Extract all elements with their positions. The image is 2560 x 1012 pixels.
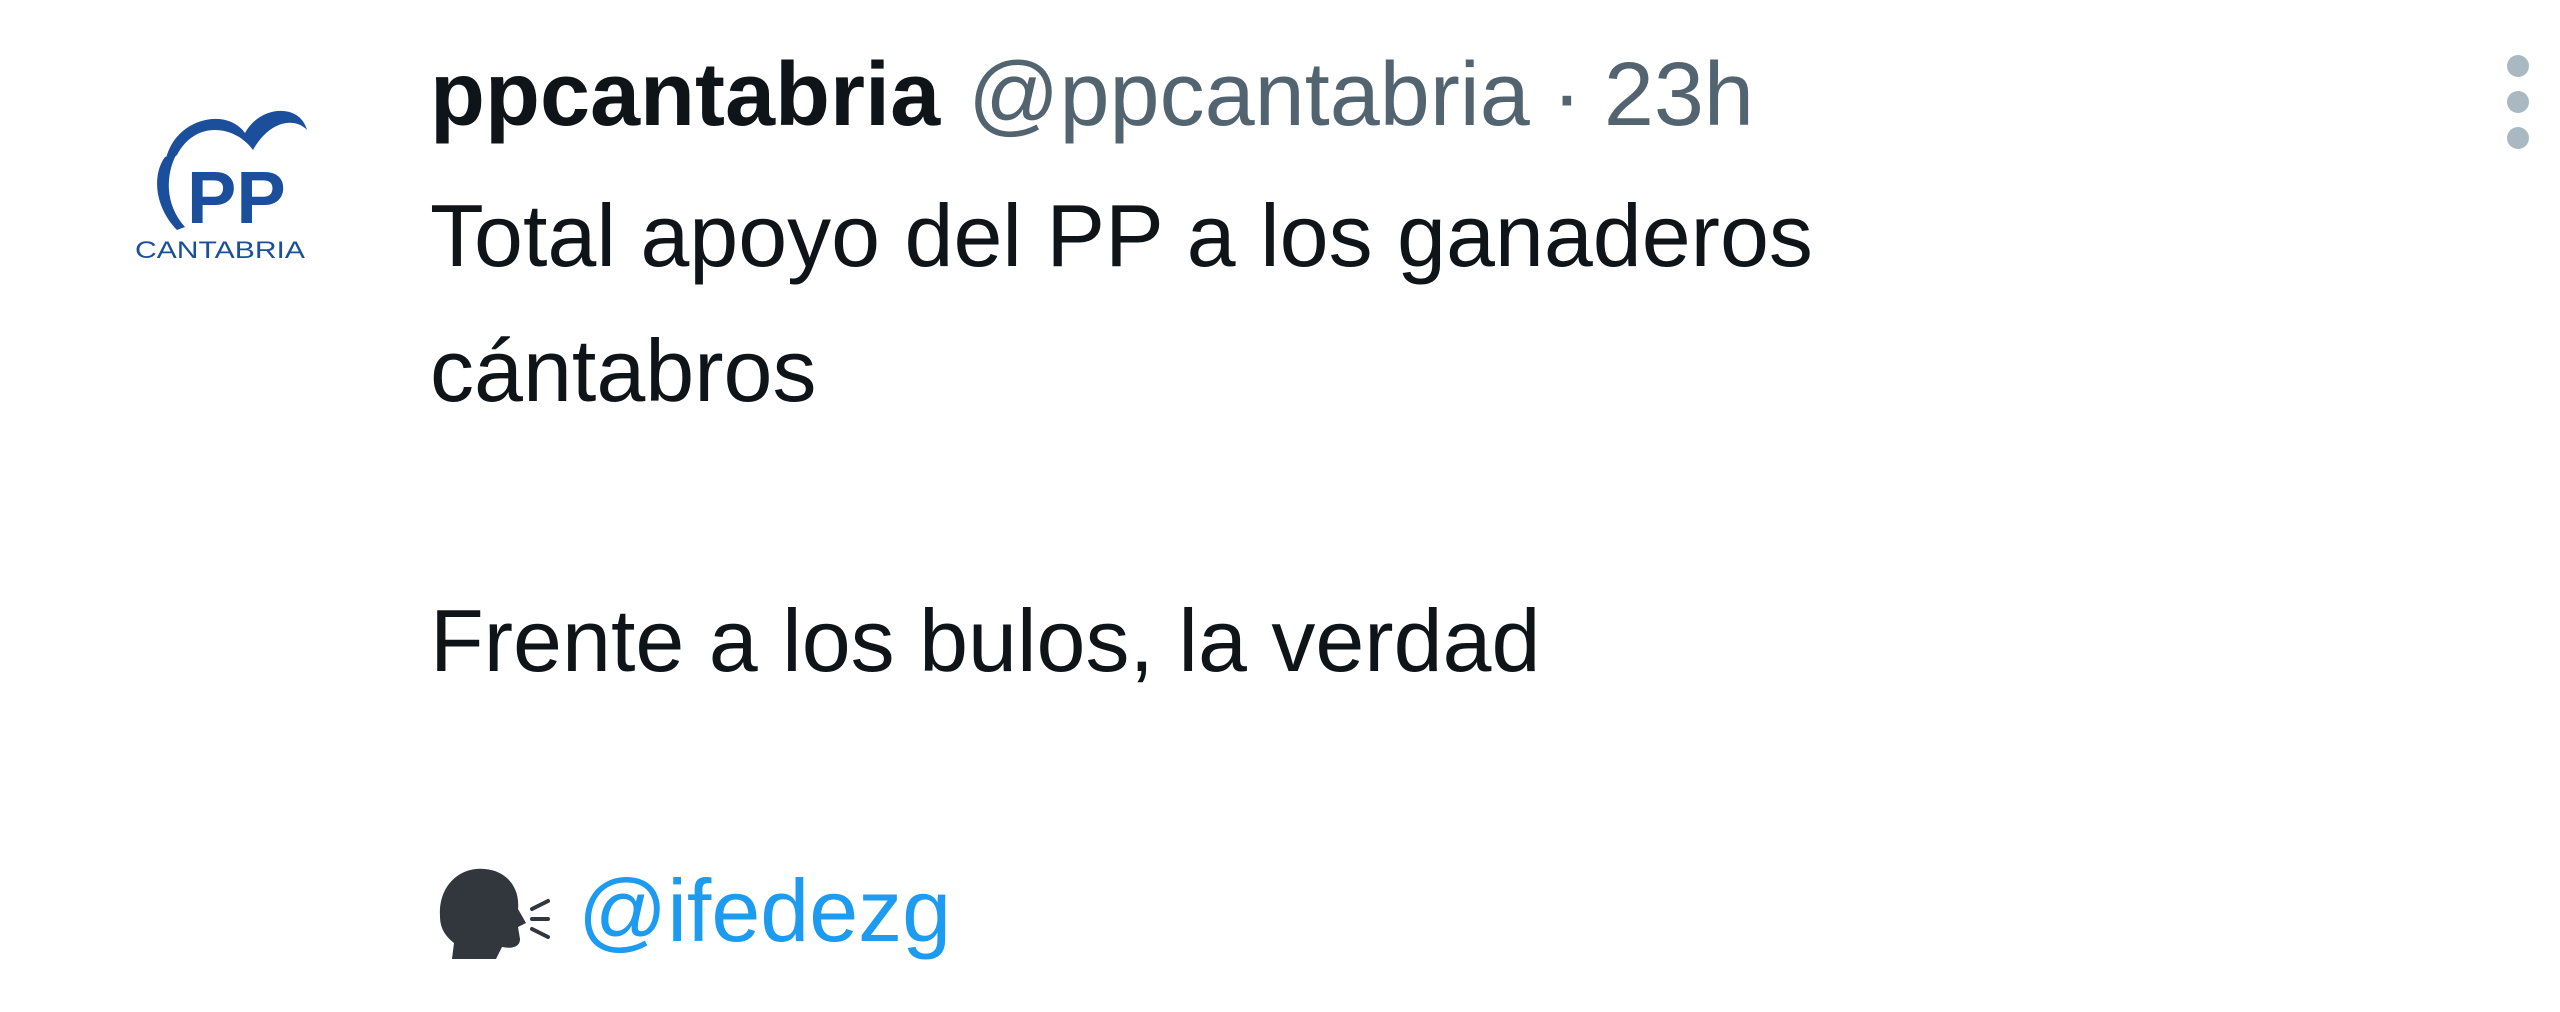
- author-display-name[interactable]: ppcantabria: [430, 40, 940, 150]
- menu-dot: [2507, 127, 2529, 149]
- separator-dot: ·: [1551, 45, 1582, 145]
- tweet: PP CANTABRIA ppcantabria @ppcantabria · …: [0, 0, 2560, 1012]
- menu-dot: [2507, 55, 2529, 77]
- tweet-content: ppcantabria @ppcantabria · 23h Total apo…: [430, 40, 2430, 978]
- tweet-body: Total apoyo del PP a los ganaderos cánta…: [430, 168, 2430, 978]
- avatar[interactable]: PP CANTABRIA: [125, 95, 315, 265]
- avatar-caption: CANTABRIA: [135, 237, 305, 264]
- tweet-timestamp[interactable]: 23h: [1604, 40, 1754, 150]
- mention-link[interactable]: @ifedezg: [578, 843, 951, 978]
- tweet-text-line: Total apoyo del PP a los ganaderos: [430, 186, 1813, 285]
- mention-line: @ifedezg: [430, 843, 2430, 978]
- tweet-text-line: cántabros: [430, 321, 817, 420]
- pp-cantabria-logo-icon: PP CANTABRIA: [135, 110, 307, 264]
- menu-dot: [2507, 91, 2529, 113]
- author-handle[interactable]: @ppcantabria: [968, 40, 1530, 150]
- tweet-header: ppcantabria @ppcantabria · 23h: [430, 40, 2430, 150]
- speaking-head-icon: [430, 861, 550, 961]
- svg-text:PP: PP: [187, 156, 286, 239]
- more-options-icon[interactable]: [2498, 55, 2538, 155]
- tweet-text-line: Frente a los bulos, la verdad: [430, 591, 1541, 690]
